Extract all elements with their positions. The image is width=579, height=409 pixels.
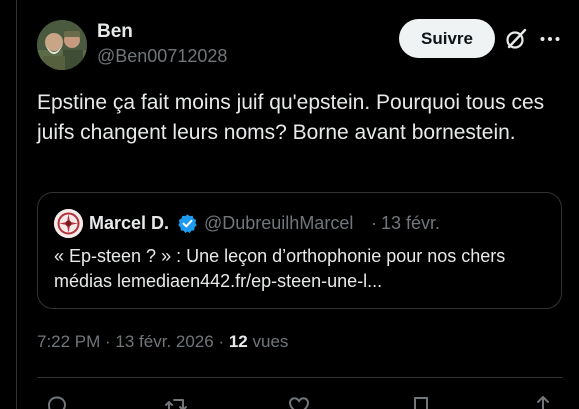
tweet-text: Epstine ça fait moins juif qu'epstein. P…	[37, 91, 545, 144]
follow-button[interactable]: Suivre	[399, 19, 495, 58]
author-name[interactable]: Ben	[97, 21, 133, 43]
tweet-header: Ben @Ben00712028 Suivre	[37, 18, 563, 70]
meta-separator: ·	[100, 332, 116, 351]
views-count[interactable]: 12	[229, 332, 248, 352]
timeline-border	[16, 0, 17, 409]
avatar[interactable]	[37, 20, 87, 70]
grok-icon[interactable]	[504, 27, 528, 51]
views-label: vues	[247, 332, 289, 351]
bookmark-icon[interactable]	[409, 394, 433, 409]
quoted-author-name[interactable]: Marcel D.	[89, 213, 169, 234]
tweet-meta: 7:22 PM · 13 févr. 2026 · 12 vues	[37, 332, 288, 354]
tweet-time[interactable]: 7:22 PM	[37, 332, 100, 352]
action-bar	[37, 386, 563, 409]
quoted-author-handle[interactable]: @DubreuilhMarcel	[204, 213, 353, 234]
tweet-date[interactable]: 13 févr. 2026	[115, 332, 213, 352]
divider	[37, 377, 563, 378]
quoted-separator: ·	[371, 213, 377, 233]
quoted-tweet[interactable]: Marcel D. @DubreuilhMarcel · 13 févr. « …	[37, 192, 562, 309]
verified-badge-icon	[178, 214, 197, 234]
more-icon[interactable]	[539, 27, 561, 51]
avatar-image	[37, 20, 87, 70]
quoted-avatar[interactable]	[54, 209, 83, 238]
share-icon[interactable]	[531, 394, 555, 409]
meta-separator: ·	[213, 332, 229, 351]
author-handle[interactable]: @Ben00712028	[97, 46, 227, 67]
retweet-icon[interactable]	[164, 394, 188, 409]
quoted-avatar-image	[54, 209, 83, 238]
like-icon[interactable]	[287, 394, 311, 409]
tweet[interactable]: Ben @Ben00712028 Suivre Epstine ça fait …	[37, 0, 563, 409]
reply-icon[interactable]	[45, 394, 69, 409]
quoted-date[interactable]: 13 févr.	[381, 213, 440, 234]
quoted-text: « Ep-steen ? » : Une leçon d’orthophonie…	[54, 246, 506, 291]
